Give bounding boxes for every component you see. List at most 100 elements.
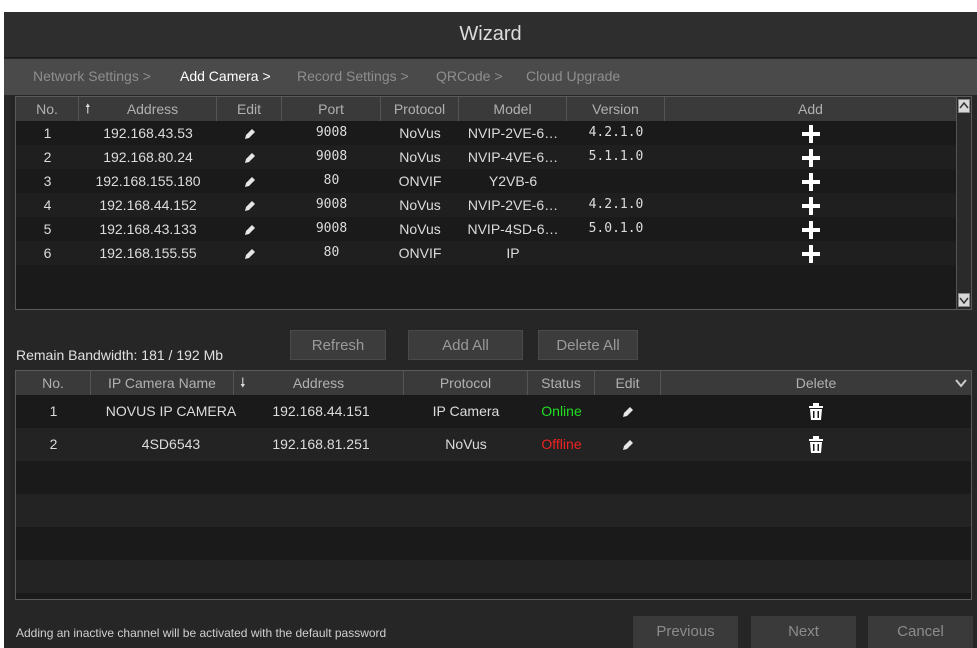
title-bar: Wizard [4, 12, 977, 58]
pencil-icon[interactable] [217, 169, 282, 193]
row-port: 80 [323, 173, 340, 188]
empty-row [16, 560, 971, 593]
col-address[interactable]: 🠗 Address [234, 371, 404, 395]
row-camera-name: 4SD6543 [141, 436, 201, 452]
step-network-settings[interactable]: Network Settings > [33, 68, 151, 84]
col-protocol[interactable]: Protocol [381, 97, 459, 121]
row-port: 9008 [315, 149, 348, 164]
add-all-button[interactable]: Add All [408, 330, 523, 360]
plus-icon[interactable] [665, 193, 956, 217]
row-version: 5.0.1.0 [588, 221, 644, 236]
row-camera-name: NOVUS IP CAMERA [105, 403, 237, 419]
col-address-label: Address [292, 375, 345, 391]
footer-note: Adding an inactive channel will be activ… [16, 626, 387, 640]
col-protocol[interactable]: Protocol [404, 371, 528, 395]
step-record-settings[interactable]: Record Settings > [297, 68, 409, 84]
sort-up-icon: 🠕 [85, 101, 91, 116]
row-protocol: ONVIF [398, 245, 442, 261]
pencil-icon[interactable] [595, 395, 661, 428]
step-add-camera[interactable]: Add Camera > [180, 68, 271, 84]
vertical-scrollbar[interactable] [956, 97, 971, 309]
plus-icon[interactable] [665, 217, 956, 241]
pencil-icon[interactable] [595, 428, 661, 461]
row-model: Y2VB-6 [488, 173, 538, 189]
previous-button[interactable]: Previous [633, 616, 738, 648]
col-address[interactable]: 🠕 Address [79, 97, 217, 121]
plus-icon[interactable] [665, 169, 956, 193]
trash-icon[interactable] [661, 428, 971, 461]
row-no: 5 [43, 221, 52, 237]
row-address: 192.168.155.180 [95, 173, 201, 189]
row-protocol: IP Camera [432, 403, 500, 419]
next-button[interactable]: Next [751, 616, 856, 648]
row-address: 192.168.155.55 [99, 245, 197, 261]
col-delete[interactable]: Delete [661, 371, 971, 395]
col-status[interactable]: Status [528, 371, 595, 395]
row-model: NVIP-2VE-6… [467, 197, 559, 213]
scroll-down-button[interactable] [958, 293, 970, 307]
col-version[interactable]: Version [567, 97, 665, 121]
row-version: 5.1.1.0 [588, 149, 644, 164]
remain-bandwidth: Remain Bandwidth: 181 / 192 Mb [16, 347, 224, 363]
plus-icon[interactable] [665, 121, 956, 145]
row-version [567, 241, 665, 265]
col-model[interactable]: Model [459, 97, 567, 121]
table-row[interactable]: 1 NOVUS IP CAMERA 192.168.44.151 IP Came… [16, 395, 971, 428]
row-version: 4.2.1.0 [588, 197, 644, 212]
table-row[interactable]: 5 192.168.43.133 9008 NoVus NVIP-4SD-6… … [16, 217, 956, 241]
window-title: Wizard [459, 23, 522, 45]
chevron-down-icon[interactable] [953, 375, 969, 391]
step-cloud-upgrade[interactable]: Cloud Upgrade [526, 68, 620, 84]
row-address: 192.168.80.24 [103, 149, 193, 165]
pencil-icon[interactable] [217, 217, 282, 241]
col-no[interactable]: No. [16, 97, 79, 121]
row-protocol: NoVus [399, 125, 441, 141]
wizard-steps: Network Settings > Add Camera > Record S… [4, 59, 977, 95]
pencil-icon[interactable] [217, 145, 282, 169]
cancel-button[interactable]: Cancel [868, 616, 973, 648]
table-row[interactable]: 2 192.168.80.24 9008 NoVus NVIP-4VE-6… 5… [16, 145, 956, 169]
status-badge: Offline [541, 436, 582, 452]
sort-down-icon: 🠗 [240, 375, 246, 390]
pencil-icon[interactable] [217, 121, 282, 145]
col-edit[interactable]: Edit [217, 97, 282, 121]
scroll-up-button[interactable] [958, 99, 970, 113]
pencil-icon[interactable] [217, 241, 282, 265]
table-row[interactable]: 6 192.168.155.55 80 ONVIF IP [16, 241, 956, 265]
col-edit[interactable]: Edit [595, 371, 661, 395]
status-badge: Online [541, 403, 582, 419]
row-port: 9008 [315, 197, 348, 212]
row-port: 9008 [315, 221, 348, 236]
table-row-partial[interactable] [16, 265, 956, 275]
table-row[interactable]: 4 192.168.44.152 9008 NoVus NVIP-2VE-6… … [16, 193, 956, 217]
table-row[interactable]: 2 4SD6543 192.168.81.251 NoVus Offline [16, 428, 971, 461]
row-address: 192.168.43.53 [103, 125, 193, 141]
col-no[interactable]: No. [16, 371, 91, 395]
row-protocol: NoVus [399, 149, 441, 165]
row-model: NVIP-2VE-6… [467, 125, 559, 141]
col-port[interactable]: Port [282, 97, 381, 121]
trash-icon[interactable] [661, 395, 971, 428]
col-ip-camera-name[interactable]: IP Camera Name [91, 371, 234, 395]
row-protocol: ONVIF [398, 173, 442, 189]
table-row[interactable]: 3 192.168.155.180 80 ONVIF Y2VB-6 [16, 169, 956, 193]
row-no: 3 [43, 173, 52, 189]
search-table-header: No. 🠕 Address Edit Port Protocol Model V… [16, 97, 956, 121]
row-address: 192.168.44.152 [99, 197, 197, 213]
row-no: 4 [43, 197, 52, 213]
row-protocol: NoVus [399, 221, 441, 237]
refresh-button[interactable]: Refresh [290, 330, 386, 360]
delete-all-button[interactable]: Delete All [538, 330, 638, 360]
plus-icon[interactable] [665, 241, 956, 265]
col-add[interactable]: Add [665, 97, 956, 121]
row-no: 1 [43, 125, 52, 141]
row-no: 6 [43, 245, 52, 261]
row-no: 2 [43, 149, 52, 165]
row-model: NVIP-4VE-6… [467, 149, 559, 165]
plus-icon[interactable] [665, 145, 956, 169]
row-version [567, 169, 665, 193]
table-row[interactable]: 1 192.168.43.53 9008 NoVus NVIP-2VE-6… 4… [16, 121, 956, 145]
pencil-icon[interactable] [217, 193, 282, 217]
row-protocol: NoVus [399, 197, 441, 213]
step-qrcode[interactable]: QRCode > [436, 68, 503, 84]
